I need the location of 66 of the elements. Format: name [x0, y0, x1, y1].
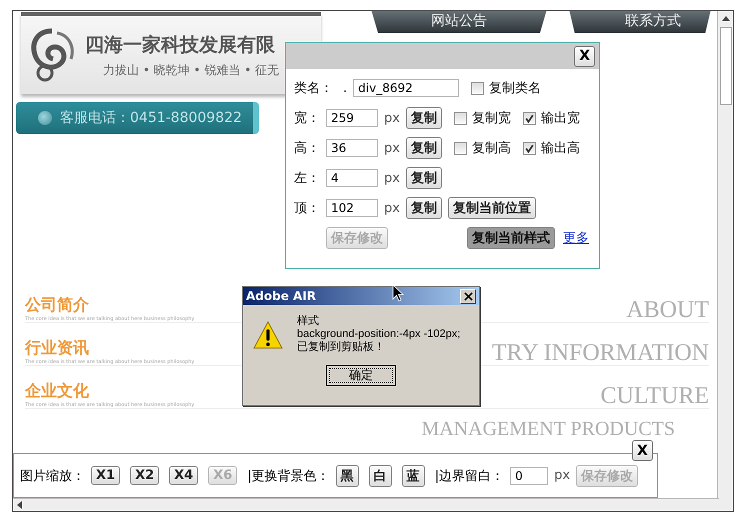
- number-field[interactable]: 259: [326, 109, 378, 127]
- scroll-up-icon[interactable]: [722, 16, 730, 21]
- mouse-cursor-icon: [392, 284, 404, 302]
- copy-button[interactable]: 复制: [406, 167, 442, 189]
- background-color-button[interactable]: 黑: [336, 464, 359, 486]
- tab[interactable]: 网站公告: [371, 11, 547, 33]
- checkbox[interactable]: [454, 112, 467, 124]
- zoom-button[interactable]: X1: [91, 466, 120, 485]
- more-link[interactable]: 更多: [563, 229, 589, 247]
- unit-label: px: [384, 170, 400, 186]
- unit-label: px: [554, 468, 570, 483]
- field-label: 类名：: [294, 80, 333, 97]
- unit-label: px: [384, 140, 400, 156]
- checkbox-label: 复制高: [472, 140, 511, 157]
- section-english-title: TRY INFORMATION: [492, 341, 709, 365]
- vertical-scrollbar[interactable]: [717, 11, 733, 511]
- field-label: 顶：: [294, 200, 320, 217]
- checkbox[interactable]: [522, 142, 536, 154]
- number-field[interactable]: 102: [326, 199, 378, 217]
- checkbox-label: 复制类名: [489, 80, 542, 97]
- class-prefix: .: [343, 80, 348, 96]
- checkbox-label: 输出宽: [540, 110, 580, 127]
- field-label: 宽：: [294, 110, 320, 127]
- toolbar-label: 图片缩放：: [20, 468, 85, 484]
- unit-label: px: [384, 200, 400, 216]
- number-field[interactable]: 36: [326, 139, 378, 157]
- copy-style-button[interactable]: 复制当前样式: [467, 227, 555, 249]
- scroll-thumb[interactable]: [720, 27, 732, 105]
- background-color-button[interactable]: 白: [368, 464, 392, 486]
- number-field[interactable]: 4: [326, 169, 378, 187]
- section-english-title: CULTURE: [600, 384, 709, 408]
- class-name-field[interactable]: div_8692: [353, 79, 460, 97]
- alert-title: Adobe AIR: [246, 289, 316, 303]
- close-icon: [464, 292, 472, 300]
- alert-message: 样式 background-position:-4px -102px; 已复制到剪贴板！: [297, 315, 460, 355]
- company-name: 四海一家科技发展有限: [85, 32, 276, 58]
- checkbox-label: 复制宽: [472, 110, 511, 127]
- background-color-button[interactable]: 蓝: [402, 464, 425, 486]
- section-english-title: ABOUT: [626, 298, 709, 322]
- checkbox-label: 输出高: [540, 140, 580, 157]
- checkbox[interactable]: [522, 112, 536, 124]
- copy-button[interactable]: 复制: [406, 137, 442, 159]
- slogan: 力拔山 • 晓乾坤 • 锐难当 • 征无: [102, 62, 280, 78]
- globe-icon: [38, 111, 52, 125]
- field-label: 左：: [294, 170, 320, 187]
- checkbox[interactable]: [454, 142, 467, 154]
- section-english-title: MANAGEMENT PRODUCTS: [421, 419, 676, 439]
- close-button[interactable]: X: [574, 46, 595, 66]
- horizontal-scrollbar[interactable]: [13, 498, 719, 511]
- copy-button[interactable]: 复制: [406, 197, 442, 219]
- field-label: 高：: [294, 140, 320, 157]
- checkbox[interactable]: [471, 82, 484, 94]
- phone-text: 客服电话：0451-88009822: [60, 109, 242, 127]
- copy-position-button[interactable]: 复制当前位置: [448, 197, 536, 219]
- warning-icon: [253, 321, 283, 349]
- close-button[interactable]: [460, 288, 476, 304]
- unit-label: px: [384, 110, 400, 126]
- margin-field[interactable]: 0: [510, 466, 548, 484]
- zoom-button[interactable]: X2: [130, 466, 160, 485]
- copy-button[interactable]: 复制: [406, 107, 442, 129]
- ok-button[interactable]: 确定: [326, 364, 396, 386]
- tab[interactable]: 联系方式: [569, 11, 711, 33]
- close-button[interactable]: X: [632, 440, 653, 461]
- toolbar-label: |更换背景色：: [247, 468, 330, 484]
- toolbar-label: |边界留白：: [434, 468, 504, 484]
- zoom-button[interactable]: X4: [169, 466, 198, 485]
